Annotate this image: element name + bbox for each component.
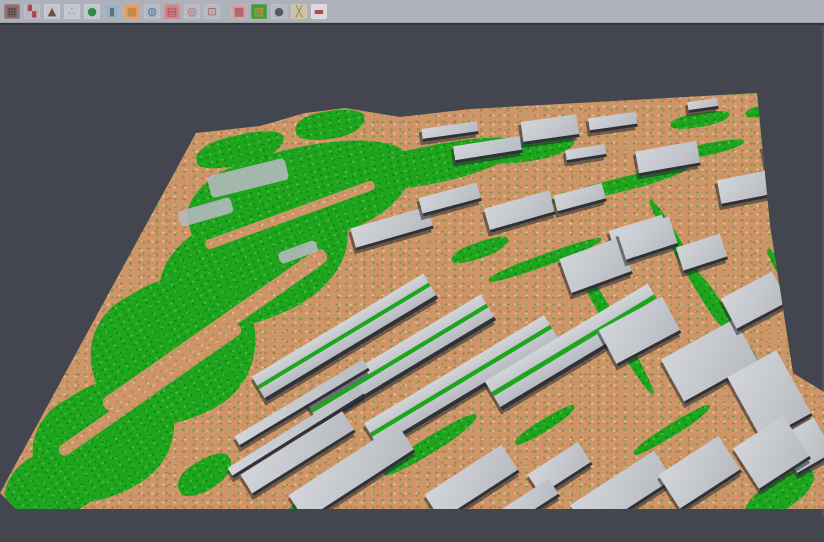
layers-icon-glyph: ▤: [167, 4, 177, 19]
building-roof: [553, 183, 606, 214]
globe-icon-glyph: ◍: [147, 4, 157, 19]
terrain-icon[interactable]: ▲: [44, 4, 60, 19]
classified-cloud-icon[interactable]: ▧: [251, 4, 267, 19]
selection-box-icon-glyph: ⊡: [207, 4, 216, 19]
building-roof: [565, 144, 607, 163]
flag-icon[interactable]: ▬: [311, 4, 327, 19]
building-roof: [419, 183, 482, 217]
vegetation-patch: [449, 232, 511, 268]
vegetation-patch: [669, 108, 731, 132]
classify-points-icon-glyph: ▚: [28, 4, 36, 19]
target-icon[interactable]: ◎: [184, 4, 200, 19]
flag-icon-glyph: ▬: [314, 4, 324, 19]
vegetation-patch: [744, 100, 795, 121]
target-icon-glyph: ◎: [187, 4, 197, 19]
dataset-icon-glyph: ▦: [7, 4, 17, 19]
building-roof: [618, 216, 679, 262]
point-cloud-icon[interactable]: ∴: [64, 4, 80, 19]
terrain-icon-glyph: ▲: [48, 4, 56, 19]
vegetation-patch: [172, 446, 239, 504]
vegetation-icon[interactable]: ●: [84, 4, 100, 19]
dataset-icon[interactable]: ▦: [4, 4, 20, 19]
point-cloud-icon-glyph: ∴: [69, 4, 76, 19]
main-toolbar: ▦ ▚ ▲ ∴ ● ▮ ■ ◍ ▤ ◎ ⊡ ▩ ▧ ● ╳ ▬: [0, 0, 824, 23]
selection-box-icon[interactable]: ⊡: [204, 4, 220, 19]
remove-cross-icon[interactable]: ╳: [291, 4, 307, 19]
building-roof: [658, 436, 742, 511]
ground-class-icon[interactable]: ■: [124, 4, 140, 19]
building-roof: [717, 170, 773, 206]
building-roof: [762, 141, 795, 167]
classified-cloud-icon-glyph: ▧: [254, 4, 264, 19]
remove-cross-icon-glyph: ╳: [296, 4, 303, 19]
app-window: { "colors": { "viewport_bg": "#43464e", …: [0, 0, 824, 517]
3d-viewport[interactable]: [0, 26, 824, 517]
point-cloud[interactable]: [0, 0, 824, 517]
layers-icon[interactable]: ▤: [164, 4, 180, 19]
profile-icon-glyph: ▮: [109, 4, 115, 19]
building-roof: [588, 112, 638, 134]
profile-icon[interactable]: ▮: [104, 4, 120, 19]
vegetation-icon-glyph: ●: [87, 4, 97, 19]
sphere-icon-glyph: ●: [274, 4, 284, 19]
ground-class-icon-glyph: ■: [127, 4, 137, 19]
building-roof: [490, 479, 560, 535]
grid-icon[interactable]: ▩: [231, 4, 247, 19]
building-roof: [635, 141, 700, 176]
vegetation-patch: [293, 105, 367, 145]
vegetation-patch: [512, 401, 578, 448]
building-roof: [484, 190, 556, 233]
sphere-icon[interactable]: ●: [271, 4, 287, 19]
building-roof: [424, 445, 519, 523]
classify-points-icon[interactable]: ▚: [24, 4, 40, 19]
grid-icon-glyph: ▩: [234, 4, 244, 19]
building-roof: [676, 234, 728, 274]
globe-icon[interactable]: ◍: [144, 4, 160, 19]
